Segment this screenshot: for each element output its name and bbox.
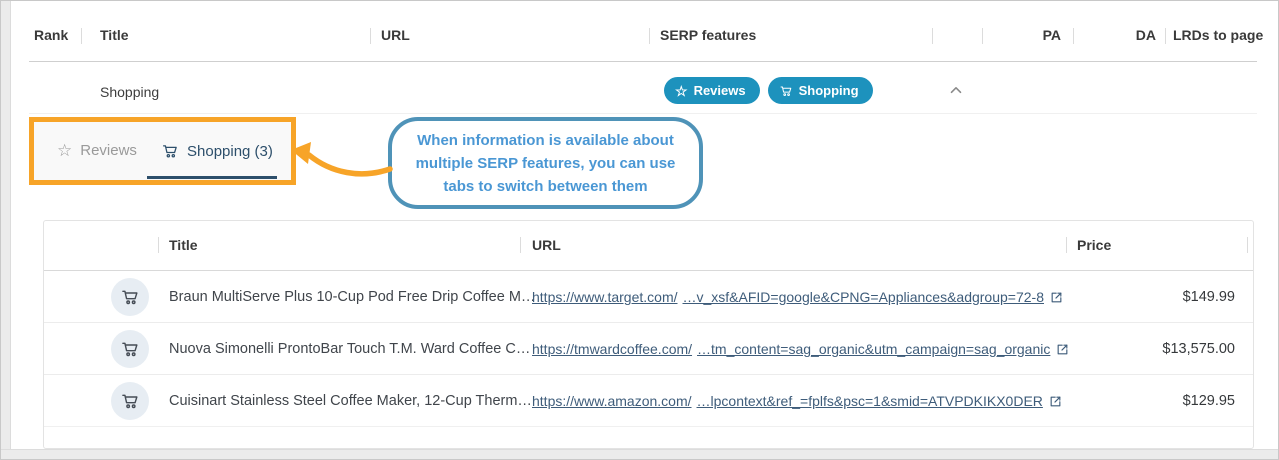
product-url-link[interactable]: https://tmwardcoffee.com/ …tm_content=sa…	[532, 323, 1069, 375]
column-header-da: DA	[1116, 27, 1156, 43]
external-link-icon[interactable]	[1050, 291, 1063, 304]
feature-row-title: Shopping	[100, 84, 159, 100]
left-gutter	[1, 1, 11, 459]
column-header-lrds: LRDs to page	[1173, 27, 1263, 43]
chevron-up-icon	[950, 86, 962, 94]
column-header-url: URL	[381, 27, 410, 43]
annotation-callout: When information is available about mult…	[388, 117, 703, 209]
tab-label: Shopping (3)	[187, 143, 273, 160]
cart-icon	[161, 142, 179, 160]
column-separator	[932, 28, 933, 44]
cart-icon	[111, 330, 149, 368]
url-suffix: …v_xsf&AFID=google&CPNG=Appliances&adgro…	[683, 289, 1044, 305]
card-column-header-title: Title	[169, 237, 198, 253]
column-separator	[1073, 28, 1074, 44]
active-tab-underline	[147, 176, 277, 179]
header-divider	[29, 61, 1257, 62]
column-separator	[520, 237, 521, 253]
product-title: Nuova Simonelli ProntoBar Touch T.M. War…	[169, 323, 530, 375]
column-separator	[982, 28, 983, 44]
url-suffix: …tm_content=sag_organic&utm_campaign=sag…	[697, 341, 1050, 357]
product-url-link[interactable]: https://www.amazon.com/ …lpcontext&ref_=…	[532, 375, 1062, 427]
bottom-gutter	[1, 449, 1278, 459]
tab-label: Reviews	[80, 142, 137, 159]
collapse-row-button[interactable]	[945, 82, 967, 98]
serp-feature-badges: ☆ Reviews Shopping	[664, 77, 873, 104]
row-divider	[44, 426, 1253, 427]
column-header-serp-features: SERP features	[660, 27, 756, 43]
callout-line: multiple SERP features, you can use	[416, 152, 676, 175]
cart-icon	[111, 278, 149, 316]
column-separator	[649, 28, 650, 44]
tab-shopping[interactable]: Shopping (3)	[161, 142, 273, 160]
shopping-results-card: Title URL Price Braun MultiServe Plus 10…	[43, 220, 1254, 449]
badge-label: Reviews	[694, 83, 746, 98]
url-prefix: https://www.target.com/	[532, 289, 678, 305]
product-title: Cuisinart Stainless Steel Coffee Maker, …	[169, 375, 532, 427]
tab-reviews[interactable]: ☆ Reviews	[57, 142, 137, 159]
card-column-header-price: Price	[1077, 237, 1111, 253]
product-url-link[interactable]: https://www.target.com/ …v_xsf&AFID=goog…	[532, 271, 1063, 323]
star-icon: ☆	[57, 142, 72, 159]
column-header-title: Title	[100, 27, 129, 43]
product-title: Braun MultiServe Plus 10-Cup Pod Free Dr…	[169, 271, 535, 323]
column-separator	[1165, 28, 1166, 44]
cart-icon	[779, 84, 793, 98]
badge-label: Shopping	[799, 83, 859, 98]
table-row: Braun MultiServe Plus 10-Cup Pod Free Dr…	[44, 271, 1253, 323]
external-link-icon[interactable]	[1049, 395, 1062, 408]
callout-line: When information is available about	[417, 129, 674, 152]
table-row: Cuisinart Stainless Steel Coffee Maker, …	[44, 375, 1253, 427]
product-price: $13,575.00	[1162, 323, 1235, 375]
star-icon: ☆	[675, 84, 688, 98]
badge-shopping[interactable]: Shopping	[768, 77, 873, 104]
column-header-rank: Rank	[34, 27, 68, 43]
column-separator	[370, 28, 371, 44]
column-separator	[158, 237, 159, 253]
serp-features-screen: Rank Title URL SERP features PA DA LRDs …	[0, 0, 1279, 460]
column-header-pa: PA	[1021, 27, 1061, 43]
cart-icon	[111, 382, 149, 420]
url-suffix: …lpcontext&ref_=fplfs&psc=1&smid=ATVPDKI…	[697, 393, 1043, 409]
callout-line: tabs to switch between them	[443, 175, 647, 198]
column-separator	[1066, 237, 1067, 253]
card-column-header-url: URL	[532, 237, 561, 253]
column-separator	[1247, 237, 1248, 253]
url-prefix: https://www.amazon.com/	[532, 393, 692, 409]
badge-reviews[interactable]: ☆ Reviews	[664, 77, 760, 104]
product-price: $149.99	[1183, 271, 1235, 323]
table-row: Nuova Simonelli ProntoBar Touch T.M. War…	[44, 323, 1253, 375]
column-separator	[81, 28, 82, 44]
annotation-arrow	[289, 137, 397, 185]
row-divider	[29, 113, 1257, 114]
url-prefix: https://tmwardcoffee.com/	[532, 341, 692, 357]
product-price: $129.95	[1183, 375, 1235, 427]
external-link-icon[interactable]	[1056, 343, 1069, 356]
